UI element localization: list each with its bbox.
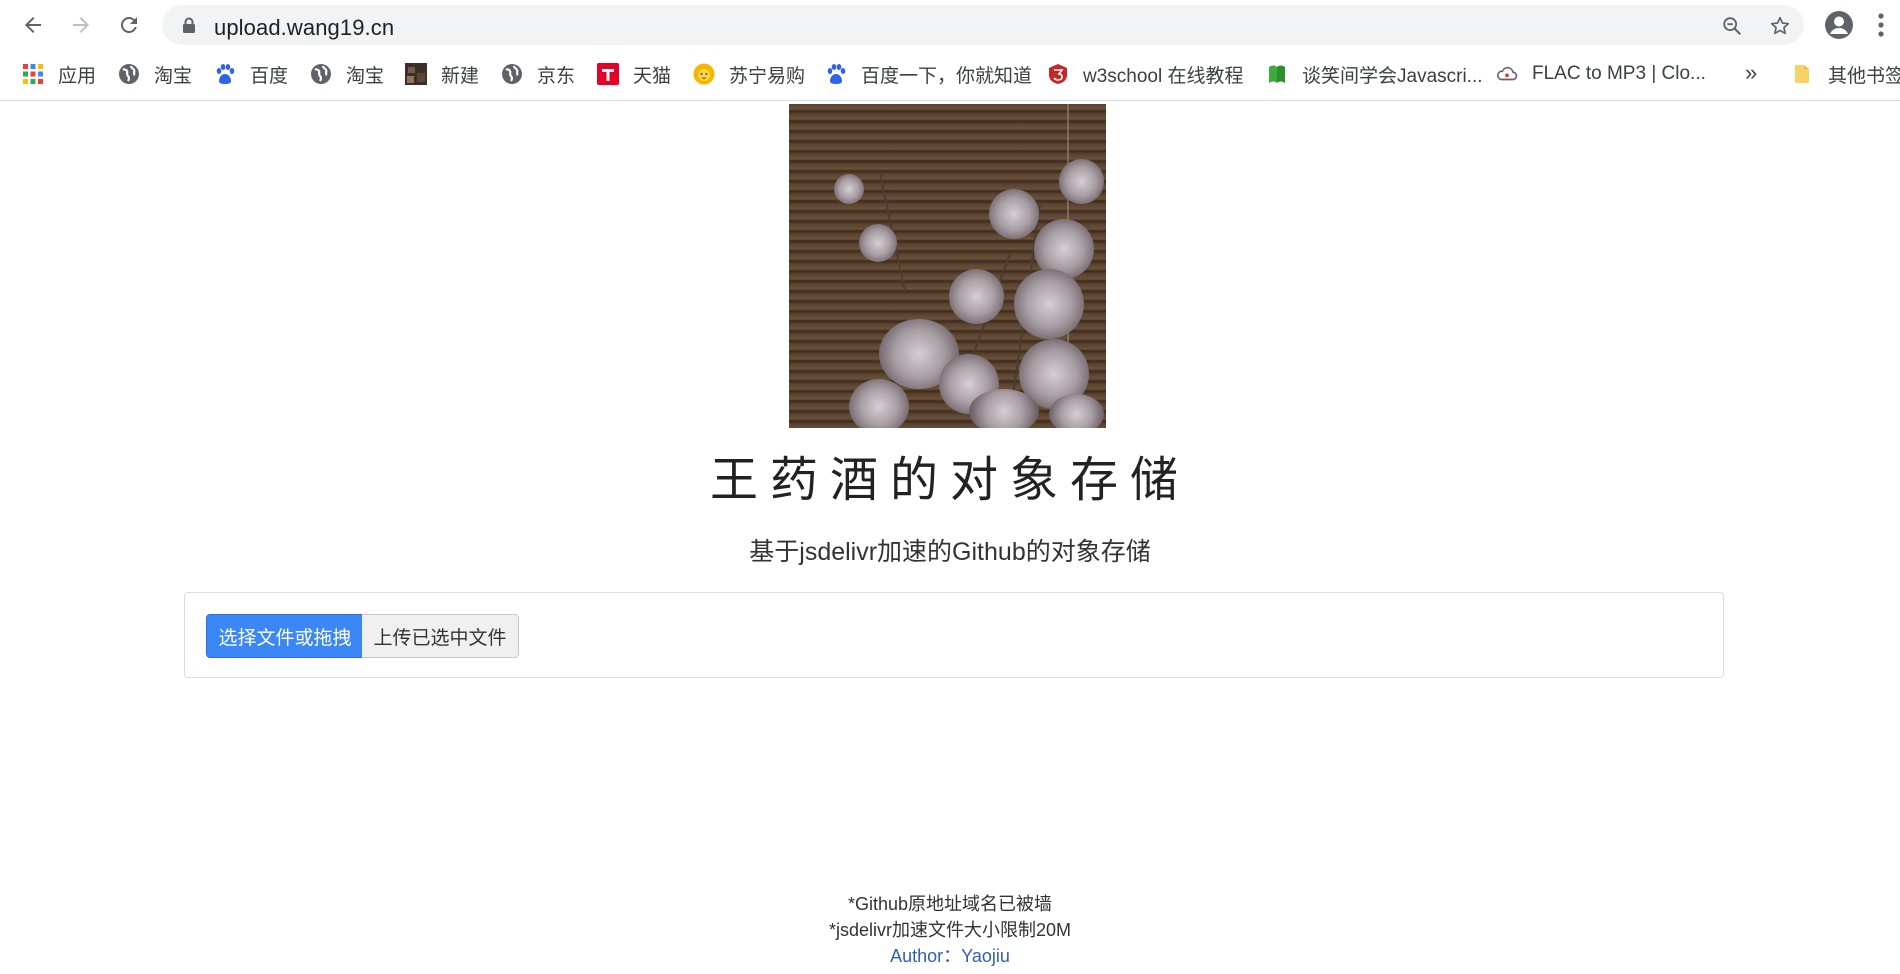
bookmark-label: 新建 [441, 65, 480, 87]
bookmark-taobao-2[interactable]: 淘宝 [310, 60, 384, 88]
bookmark-apps[interactable]: 应用 [22, 60, 96, 88]
bookmark-label: 苏宁易购 [729, 65, 806, 87]
bookmark-suning[interactable]: 苏宁易购 [693, 60, 805, 88]
bookmark-label: 百度一下，你就知道 [861, 65, 1033, 87]
folder-icon [1792, 63, 1814, 85]
bookmarks-bar: 应用 淘宝 百度 淘宝 新建 京东 天猫 苏宁易购 百度一下，你就知道 w3sc… [0, 50, 1900, 101]
reload-icon [120, 16, 137, 33]
globe-icon [118, 63, 140, 85]
choose-file-button[interactable]: 选择文件或拖拽 [206, 614, 364, 658]
url-text[interactable]: upload.wang19.cn [214, 15, 394, 41]
baidu-paw-icon [214, 63, 236, 85]
back-arrow-icon [25, 17, 41, 33]
bookmark-tmall[interactable]: 天猫 [597, 60, 671, 88]
tmall-icon [597, 63, 619, 85]
upload-panel: 选择文件或拖拽 上传已选中文件 [184, 592, 1724, 678]
green-book-icon [1266, 63, 1288, 85]
profile-button[interactable] [1823, 9, 1855, 41]
bookmark-star-button[interactable] [1767, 13, 1793, 39]
back-button[interactable] [16, 8, 50, 42]
footer-note-github: *Github原地址域名已被墙 [847, 894, 1053, 914]
image-thumbnail-icon [405, 63, 427, 85]
bookmark-label: 天猫 [633, 65, 672, 87]
lock-icon [183, 17, 195, 33]
bookmark-jd[interactable]: 京东 [501, 60, 575, 88]
upload-selected-button[interactable]: 上传已选中文件 [362, 614, 519, 658]
bookmark-label: 应用 [58, 65, 97, 87]
apps-grid-icon [22, 63, 44, 85]
bookmarks-overflow-button[interactable]: » [1745, 60, 1757, 86]
globe-icon [501, 63, 523, 85]
forward-button[interactable] [64, 8, 98, 42]
bookmark-flac-to-mp3[interactable]: FLAC to MP3 | Clo... [1496, 60, 1706, 88]
bookmark-label: 淘宝 [154, 65, 193, 87]
zoom-out-magnifier-icon [1723, 17, 1741, 35]
other-bookmarks-label: 其他书签 [1828, 65, 1900, 87]
baidu-paw-icon [825, 63, 847, 85]
reload-button[interactable] [112, 8, 146, 42]
hero-image [789, 104, 1106, 428]
footer-note-size-limit: *jsdelivr加速文件大小限制20M [828, 920, 1072, 940]
forward-arrow-icon [73, 17, 89, 33]
bookmark-label: 淘宝 [346, 65, 385, 87]
footer-author-link[interactable]: Author：Yaojiu [0, 942, 1900, 968]
bookmark-baidu[interactable]: 百度 [214, 60, 288, 88]
other-bookmarks-folder[interactable]: 其他书签 [1792, 60, 1900, 88]
bookmark-taobao[interactable]: 淘宝 [118, 60, 192, 88]
bookmark-label: 谈笑间学会Javascri... [1302, 65, 1483, 87]
zoom-indicator[interactable] [1719, 13, 1745, 39]
page-subtitle: 基于jsdelivr加速的Github的对象存储 [749, 538, 1151, 566]
page-title: 王药酒的对象存储 [709, 452, 1190, 508]
address-bar[interactable]: upload.wang19.cn [162, 5, 1804, 45]
star-outline-icon [1770, 16, 1790, 35]
bookmark-label: w3school 在线教程 [1083, 65, 1244, 87]
suning-lion-icon [693, 63, 715, 85]
bookmark-baidu-search[interactable]: 百度一下，你就知道 [825, 60, 1032, 88]
bookmark-label: 百度 [250, 65, 289, 87]
cloud-icon [1496, 63, 1518, 85]
bookmark-javascript[interactable]: 谈笑间学会Javascri... [1266, 60, 1483, 88]
globe-icon [310, 63, 332, 85]
bookmark-w3school[interactable]: w3school 在线教程 [1047, 60, 1244, 88]
bookmark-label: 京东 [537, 65, 576, 87]
browser-menu-button[interactable] [1877, 11, 1885, 39]
bookmark-label: FLAC to MP3 | Clo... [1532, 63, 1706, 84]
browser-toolbar: upload.wang19.cn [0, 0, 1900, 50]
more-vert-icon [1878, 13, 1884, 37]
account-circle-icon [1825, 11, 1853, 39]
bookmark-new[interactable]: 新建 [405, 60, 479, 88]
w3school-icon [1047, 63, 1069, 85]
